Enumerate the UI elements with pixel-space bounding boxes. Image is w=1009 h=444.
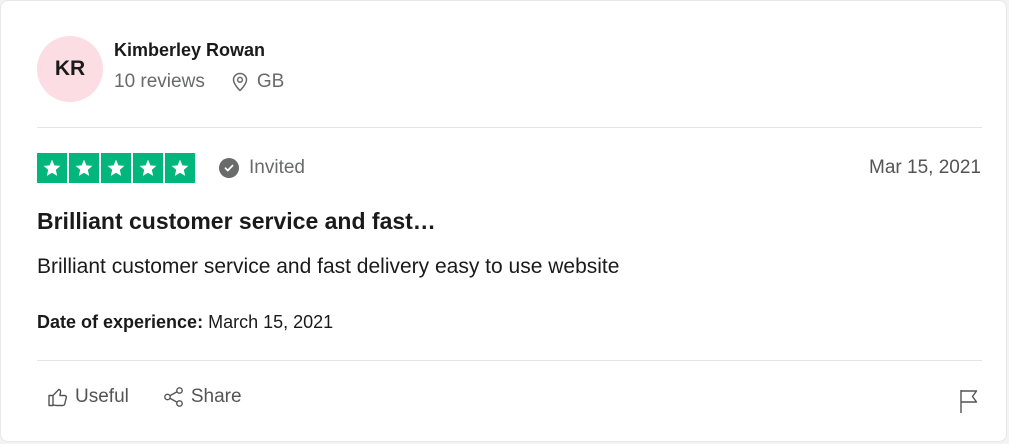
star-icon [165, 153, 195, 183]
flag-icon [960, 390, 978, 413]
experience-label: Date of experience: [37, 312, 204, 332]
invited-label: Invited [249, 157, 305, 178]
star-icon [101, 153, 131, 183]
rating-row: Invited Mar 15, 2021 [37, 152, 981, 184]
star-icon [37, 153, 67, 183]
check-circle-icon [219, 158, 239, 178]
consumer-name[interactable]: Kimberley Rowan [114, 39, 284, 61]
consumer-info: KR Kimberley Rowan 10 reviews GB [37, 36, 284, 102]
invited-badge[interactable]: Invited [219, 157, 305, 179]
review-text: Brilliant customer service and fast deli… [37, 255, 620, 278]
review-actions: Useful Share [47, 386, 242, 408]
date-of-experience: Date of experience: March 15, 2021 [37, 312, 333, 333]
header-divider [37, 127, 982, 128]
share-button[interactable]: Share [163, 386, 242, 408]
star-icon [133, 153, 163, 183]
star-icon [69, 153, 99, 183]
avatar[interactable]: KR [37, 36, 103, 102]
report-button[interactable] [958, 388, 980, 419]
location-pin-icon [232, 72, 248, 92]
consumer-details: Kimberley Rowan 10 reviews GB [114, 40, 284, 93]
review-card: KR Kimberley Rowan 10 reviews GB Invited… [0, 0, 1007, 442]
star-rating [37, 153, 195, 183]
share-label: Share [190, 386, 242, 407]
useful-label: Useful [75, 386, 129, 407]
share-icon [163, 387, 183, 407]
experience-value: March 15, 2021 [208, 312, 334, 332]
review-title[interactable]: Brilliant customer service and fast… [37, 208, 436, 235]
consumer-meta: 10 reviews GB [114, 71, 284, 93]
footer-divider [37, 360, 982, 361]
location-label: GB [256, 71, 285, 92]
useful-button[interactable]: Useful [47, 386, 129, 408]
thumbs-up-icon [48, 388, 68, 407]
consumer-location: GB [231, 71, 284, 93]
review-date: Mar 15, 2021 [869, 157, 981, 178]
reviews-count: 10 reviews [114, 71, 205, 92]
